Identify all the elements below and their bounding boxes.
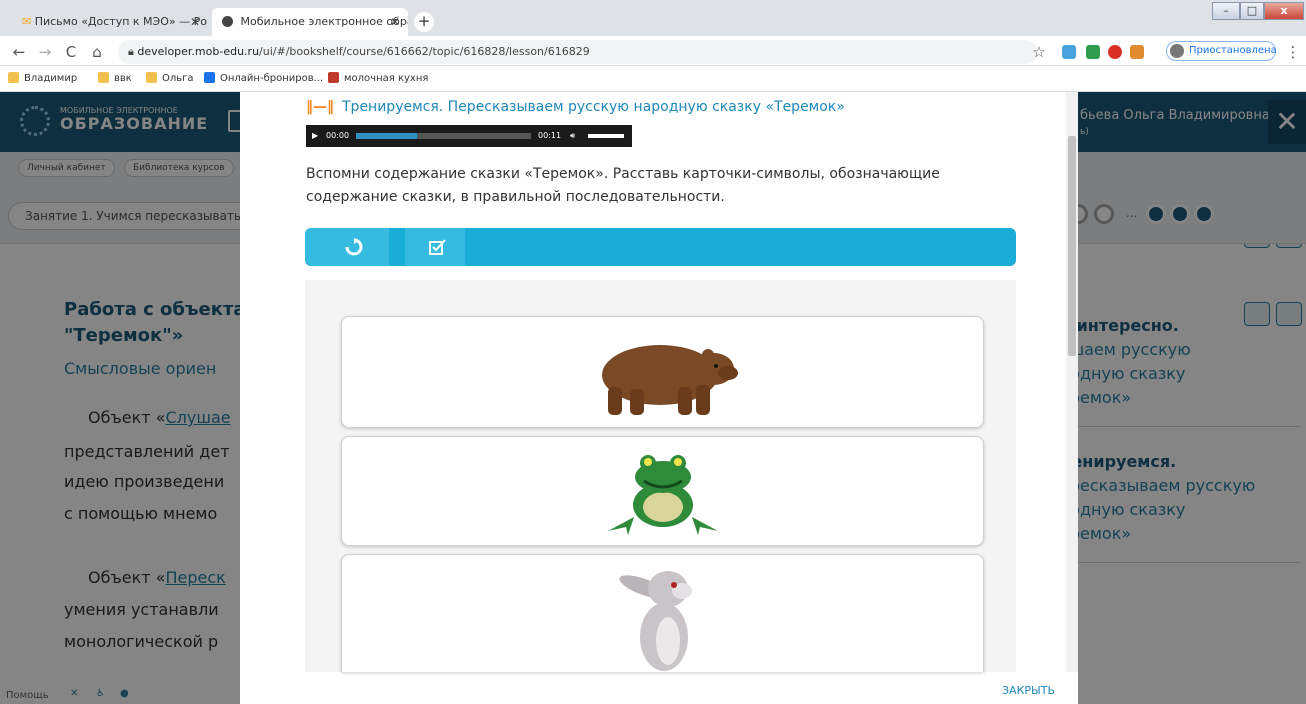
check-icon[interactable] xyxy=(429,238,447,256)
modal-title: ‖—‖ Тренируемся. Пересказываем русскую на… xyxy=(306,99,845,115)
volume-icon[interactable]: 🔊︎ xyxy=(570,125,575,147)
mail-icon: ✉ xyxy=(22,15,32,28)
modal-scrollbar[interactable] xyxy=(1066,92,1078,672)
scroll-thumb[interactable] xyxy=(1068,136,1076,356)
maximize-window-button[interactable]: □ xyxy=(1240,2,1264,20)
folder-icon xyxy=(146,72,157,83)
bookmark[interactable]: Онлайн-брониров... xyxy=(204,71,323,87)
task-text: Вспомни содержание сказки «Теремок». Рас… xyxy=(306,166,940,205)
forward-icon[interactable]: → xyxy=(34,41,56,63)
close-modal-button[interactable]: ЗАКРЫТЬ xyxy=(1002,684,1055,697)
tab-mob-edu[interactable]: Мобильное электронное обра: ✕ xyxy=(212,8,408,36)
bookmark[interactable]: ввк xyxy=(98,71,132,87)
folder-icon xyxy=(8,72,19,83)
close-window-button[interactable]: x xyxy=(1264,2,1304,20)
reset-icon[interactable] xyxy=(345,238,363,256)
bookmark-icon xyxy=(204,72,215,83)
bear-icon xyxy=(602,345,738,415)
menu-icon[interactable]: ⋮ xyxy=(1282,41,1304,63)
audio-progress-fill xyxy=(356,133,418,139)
bear-card[interactable] xyxy=(341,316,984,428)
tab-title: Мобильное электронное обра: xyxy=(240,15,409,28)
star-icon[interactable]: ☆ xyxy=(1028,41,1050,63)
frog-card[interactable] xyxy=(341,436,984,546)
tab-mail[interactable]: ✉ Письмо «Доступ к МЭО» — Ро ✕ xyxy=(12,8,208,36)
browser-tab-bar: ✉ Письмо «Доступ к МЭО» — Ро ✕ Мобильное… xyxy=(0,0,1306,36)
close-tab-icon[interactable]: ✕ xyxy=(390,8,400,36)
exercise-toolbar xyxy=(305,228,1016,266)
exercise-icon: ‖—‖ xyxy=(306,99,334,115)
hare-icon xyxy=(619,571,692,671)
bookmark[interactable]: молочная кухня xyxy=(328,71,428,87)
extension-icon[interactable] xyxy=(1108,45,1122,59)
current-time: 00:00 xyxy=(326,131,350,140)
bookmark[interactable]: Владимир xyxy=(8,71,77,87)
reload-icon[interactable]: C xyxy=(60,41,82,63)
extension-icon[interactable] xyxy=(1062,45,1076,59)
close-tab-icon[interactable]: ✕ xyxy=(190,8,200,36)
back-icon[interactable]: ← xyxy=(8,41,30,63)
browser-toolbar: ← → C ⌂ 🔒︎ developer.mob-edu.ru/ui/#/boo… xyxy=(0,36,1306,66)
volume-slider[interactable] xyxy=(588,134,624,138)
audio-player: ▶ 00:00 00:11 🔊︎ xyxy=(306,125,632,147)
bookmark[interactable]: Ольга xyxy=(146,71,194,87)
extension-icon[interactable] xyxy=(1130,45,1144,59)
tab-title: Письмо «Доступ к МЭО» — Ро xyxy=(34,15,207,28)
home-icon[interactable]: ⌂ xyxy=(86,41,108,63)
bookmarks-bar: Владимир ввк Ольга Онлайн-брониров... мо… xyxy=(0,66,1306,92)
folder-icon xyxy=(98,72,109,83)
bookmark-icon xyxy=(328,72,339,83)
lock-icon: 🔒︎ xyxy=(128,45,138,58)
address-input[interactable]: 🔒︎ developer.mob-edu.ru/ui/#/bookshelf/c… xyxy=(118,40,1038,64)
duration: 00:11 xyxy=(538,131,562,140)
minimize-window-button[interactable]: – xyxy=(1212,2,1240,20)
audio-progress[interactable] xyxy=(356,133,531,139)
avatar xyxy=(1170,44,1184,58)
frog-icon xyxy=(608,455,718,535)
profile-button[interactable]: Приостановлена xyxy=(1166,41,1277,61)
play-icon[interactable]: ▶ xyxy=(312,125,318,147)
new-tab-button[interactable]: + xyxy=(414,12,434,32)
site-favicon-icon xyxy=(222,16,233,27)
extension-icon[interactable] xyxy=(1086,45,1100,59)
hare-card[interactable] xyxy=(341,554,984,672)
